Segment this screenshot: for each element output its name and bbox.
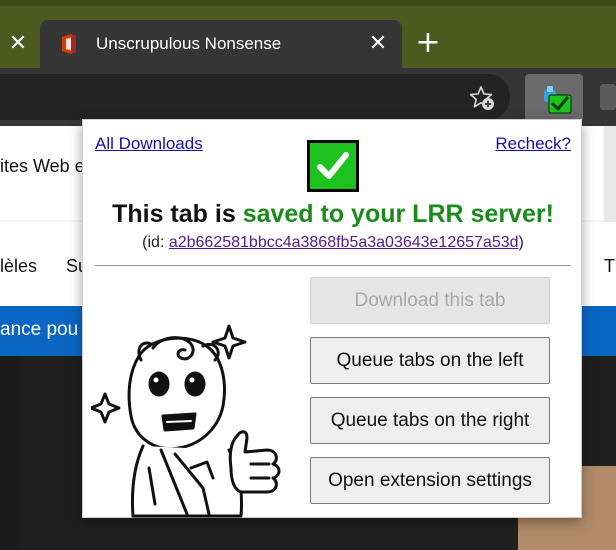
extension-popup: All Downloads Recheck? This tab is saved… — [82, 119, 582, 518]
toolbar-overflow-icon[interactable] — [596, 84, 616, 110]
queue-left-tabs-button[interactable]: Queue tabs on the left — [310, 337, 550, 384]
tab-title: Unscrupulous Nonsense — [96, 34, 282, 53]
address-bar[interactable] — [0, 74, 510, 120]
checkmark-icon — [307, 140, 359, 192]
tab-strip-edge — [0, 0, 616, 6]
status-prefix: This tab is — [112, 200, 243, 228]
status-headline: This tab is saved to your LRR server! — [83, 200, 583, 229]
office-favicon-icon — [62, 34, 76, 54]
id-suffix: ) — [518, 234, 524, 251]
hero-image-shadow — [0, 356, 20, 550]
download-tab-button[interactable]: Download this tab — [310, 277, 550, 324]
status-highlight: saved to your LRR server! — [242, 200, 554, 228]
new-tab-icon[interactable]: + — [412, 28, 444, 60]
lrr-extension-icon — [544, 86, 572, 114]
all-downloads-link[interactable]: All Downloads — [95, 134, 203, 154]
page-banner-text: ance pou — [0, 319, 79, 340]
thumbs-up-mascot-illustration — [91, 324, 281, 518]
queue-right-tabs-button[interactable]: Queue tabs on the right — [310, 397, 550, 444]
lrr-extension-button[interactable] — [525, 74, 583, 122]
recheck-link[interactable]: Recheck? — [495, 134, 571, 154]
page-header-text: ites Web e — [0, 156, 85, 176]
page-right-edge — [604, 126, 616, 222]
tab-strip: ✕ Unscrupulous Nonsense ✕ + — [0, 0, 616, 68]
archive-id-line: (id: a2b662581bbcc4a3868fb5a3a03643e1265… — [83, 234, 583, 252]
active-tab[interactable]: Unscrupulous Nonsense ✕ — [40, 20, 402, 68]
archive-id-link[interactable]: a2b662581bbcc4a3868fb5a3a03643e12657a53d — [169, 234, 519, 251]
tab-close-icon[interactable]: ✕ — [364, 30, 392, 58]
page-nav-item[interactable]: T — [604, 256, 615, 277]
divider — [95, 265, 571, 266]
open-settings-button[interactable]: Open extension settings — [310, 457, 550, 504]
favorites-star-icon[interactable] — [468, 84, 496, 112]
toolbar — [0, 68, 616, 126]
previous-tab-close-icon[interactable]: ✕ — [4, 30, 32, 58]
page-nav-item[interactable]: lèles — [0, 256, 37, 277]
id-prefix: (id: — [142, 234, 169, 251]
checkmark-glyph — [317, 152, 349, 179]
